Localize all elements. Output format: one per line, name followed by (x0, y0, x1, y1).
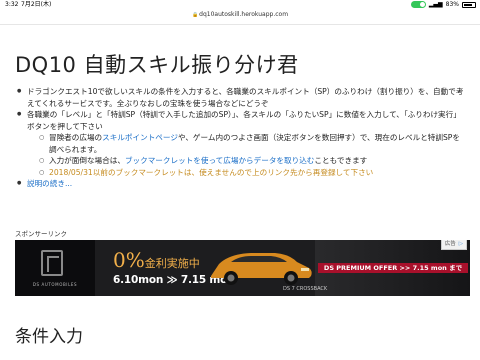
toggle-icon (410, 1, 426, 8)
ad-headline-number: 0% (113, 248, 145, 272)
ad-tag-label: 広告 (444, 241, 456, 247)
ds-logo-icon (41, 250, 63, 276)
bookmarklet-link[interactable]: ブックマークレットを使って広場からデータを取り込む (125, 156, 314, 165)
ad-brand: DS AUTOMOBILES (32, 282, 78, 287)
sub-text: 冒険者の広場の (49, 133, 103, 142)
ad-model: DS 7 CROSSBACK (283, 286, 328, 292)
more-explanation-link[interactable]: 説明の続き... (27, 179, 72, 188)
sub-text: 入力が面倒な場合は、 (49, 156, 125, 165)
sub-list: 冒険者の広場のスキルポイントページや、ゲーム内のつよさ画面（決定ボタンを数回押す… (27, 132, 465, 178)
battery-percent: 83% (445, 1, 459, 8)
sub-text: こともできます (314, 156, 368, 165)
skill-point-page-link[interactable]: スキルポイントページ (102, 133, 178, 142)
battery-icon (462, 1, 476, 8)
sub-list-item: 2018/05/31以前のブックマークレットは、使えませんので上のリンク先から再… (37, 167, 465, 179)
sponsor-label: スポンサーリンク (15, 230, 67, 238)
ad-tag[interactable]: 広告 ▷ (440, 240, 467, 250)
address-bar[interactable]: 🔒dq10autoskill.herokuapp.com (0, 9, 480, 25)
page-title: DQ10 自動スキル振り分け君 (15, 53, 299, 77)
intro-list: ドラゴンクエスト10で欲しいスキルの条件を入力すると、各職業のスキルポイント（S… (15, 86, 465, 190)
url-display[interactable]: 🔒dq10autoskill.herokuapp.com (0, 11, 480, 18)
list-item: 各職業の「レベル」と「特訓SP（特訓で入手した追加のSP）」、各スキルの「ふりた… (15, 109, 465, 178)
bullet-text: 各職業の「レベル」と「特訓SP（特訓で入手した追加のSP）」、各スキルの「ふりた… (27, 110, 461, 131)
section-title: 条件入力 (15, 327, 83, 347)
bullet-text: ドラゴンクエスト10で欲しいスキルの条件を入力すると、各職業のスキルポイント（S… (27, 87, 464, 108)
lock-icon: 🔒 (191, 12, 199, 18)
adchoices-icon: ▷ (458, 241, 463, 247)
ad-logo: DS AUTOMOBILES (15, 240, 95, 296)
ad-banner[interactable]: DS AUTOMOBILES 0%金利実施中 6.10mon ≫ 7.15 mo… (15, 240, 470, 296)
car-image (211, 253, 312, 285)
status-bar: 3:32 7月2日(木) ▂▄▆ 83% (0, 0, 480, 9)
battery-level (464, 3, 473, 6)
list-item: 説明の続き... (15, 178, 465, 190)
sub-list-item: 冒険者の広場のスキルポイントページや、ゲーム内のつよさ画面（決定ボタンを数回押す… (37, 132, 465, 155)
url-text: dq10autoskill.herokuapp.com (199, 11, 289, 18)
status-date: 7月2日(木) (21, 1, 52, 8)
sub-list-item: 入力が面倒な場合は、ブックマークレットを使って広場からデータを取り込むこともでき… (37, 155, 465, 167)
signal-icon: ▂▄▆ (428, 1, 443, 8)
ad-offer-button[interactable]: DS PREMIUM OFFER >> 7.15 mon まで (318, 263, 468, 273)
status-right: ▂▄▆ 83% (410, 0, 476, 9)
ad-headline-text: 金利実施中 (144, 257, 200, 270)
ad-headline: 0%金利実施中 (113, 248, 200, 272)
notice-text: 2018/05/31以前のブックマークレットは、使えませんので上のリンク先から再… (49, 167, 374, 177)
status-time: 3:32 (5, 1, 19, 8)
list-item: ドラゴンクエスト10で欲しいスキルの条件を入力すると、各職業のスキルポイント（S… (15, 86, 465, 109)
